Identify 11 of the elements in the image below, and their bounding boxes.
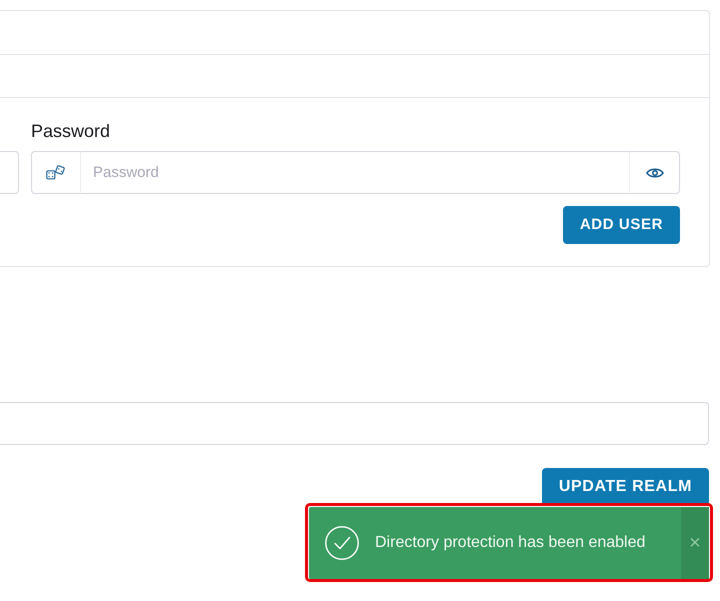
check-circle-icon xyxy=(325,526,359,560)
generate-password-button[interactable] xyxy=(31,151,81,194)
input-field[interactable] xyxy=(0,402,709,445)
toast-message: Directory protection has been enabled xyxy=(375,533,646,553)
password-field[interactable]: Password xyxy=(81,151,629,194)
update-realm-button[interactable]: UPDATE REALM xyxy=(542,468,709,506)
password-label: Password xyxy=(31,120,110,142)
dice-icon xyxy=(46,165,66,180)
eye-icon xyxy=(646,166,664,178)
show-password-button[interactable] xyxy=(629,151,680,194)
add-user-button[interactable]: ADD USER xyxy=(562,206,680,244)
